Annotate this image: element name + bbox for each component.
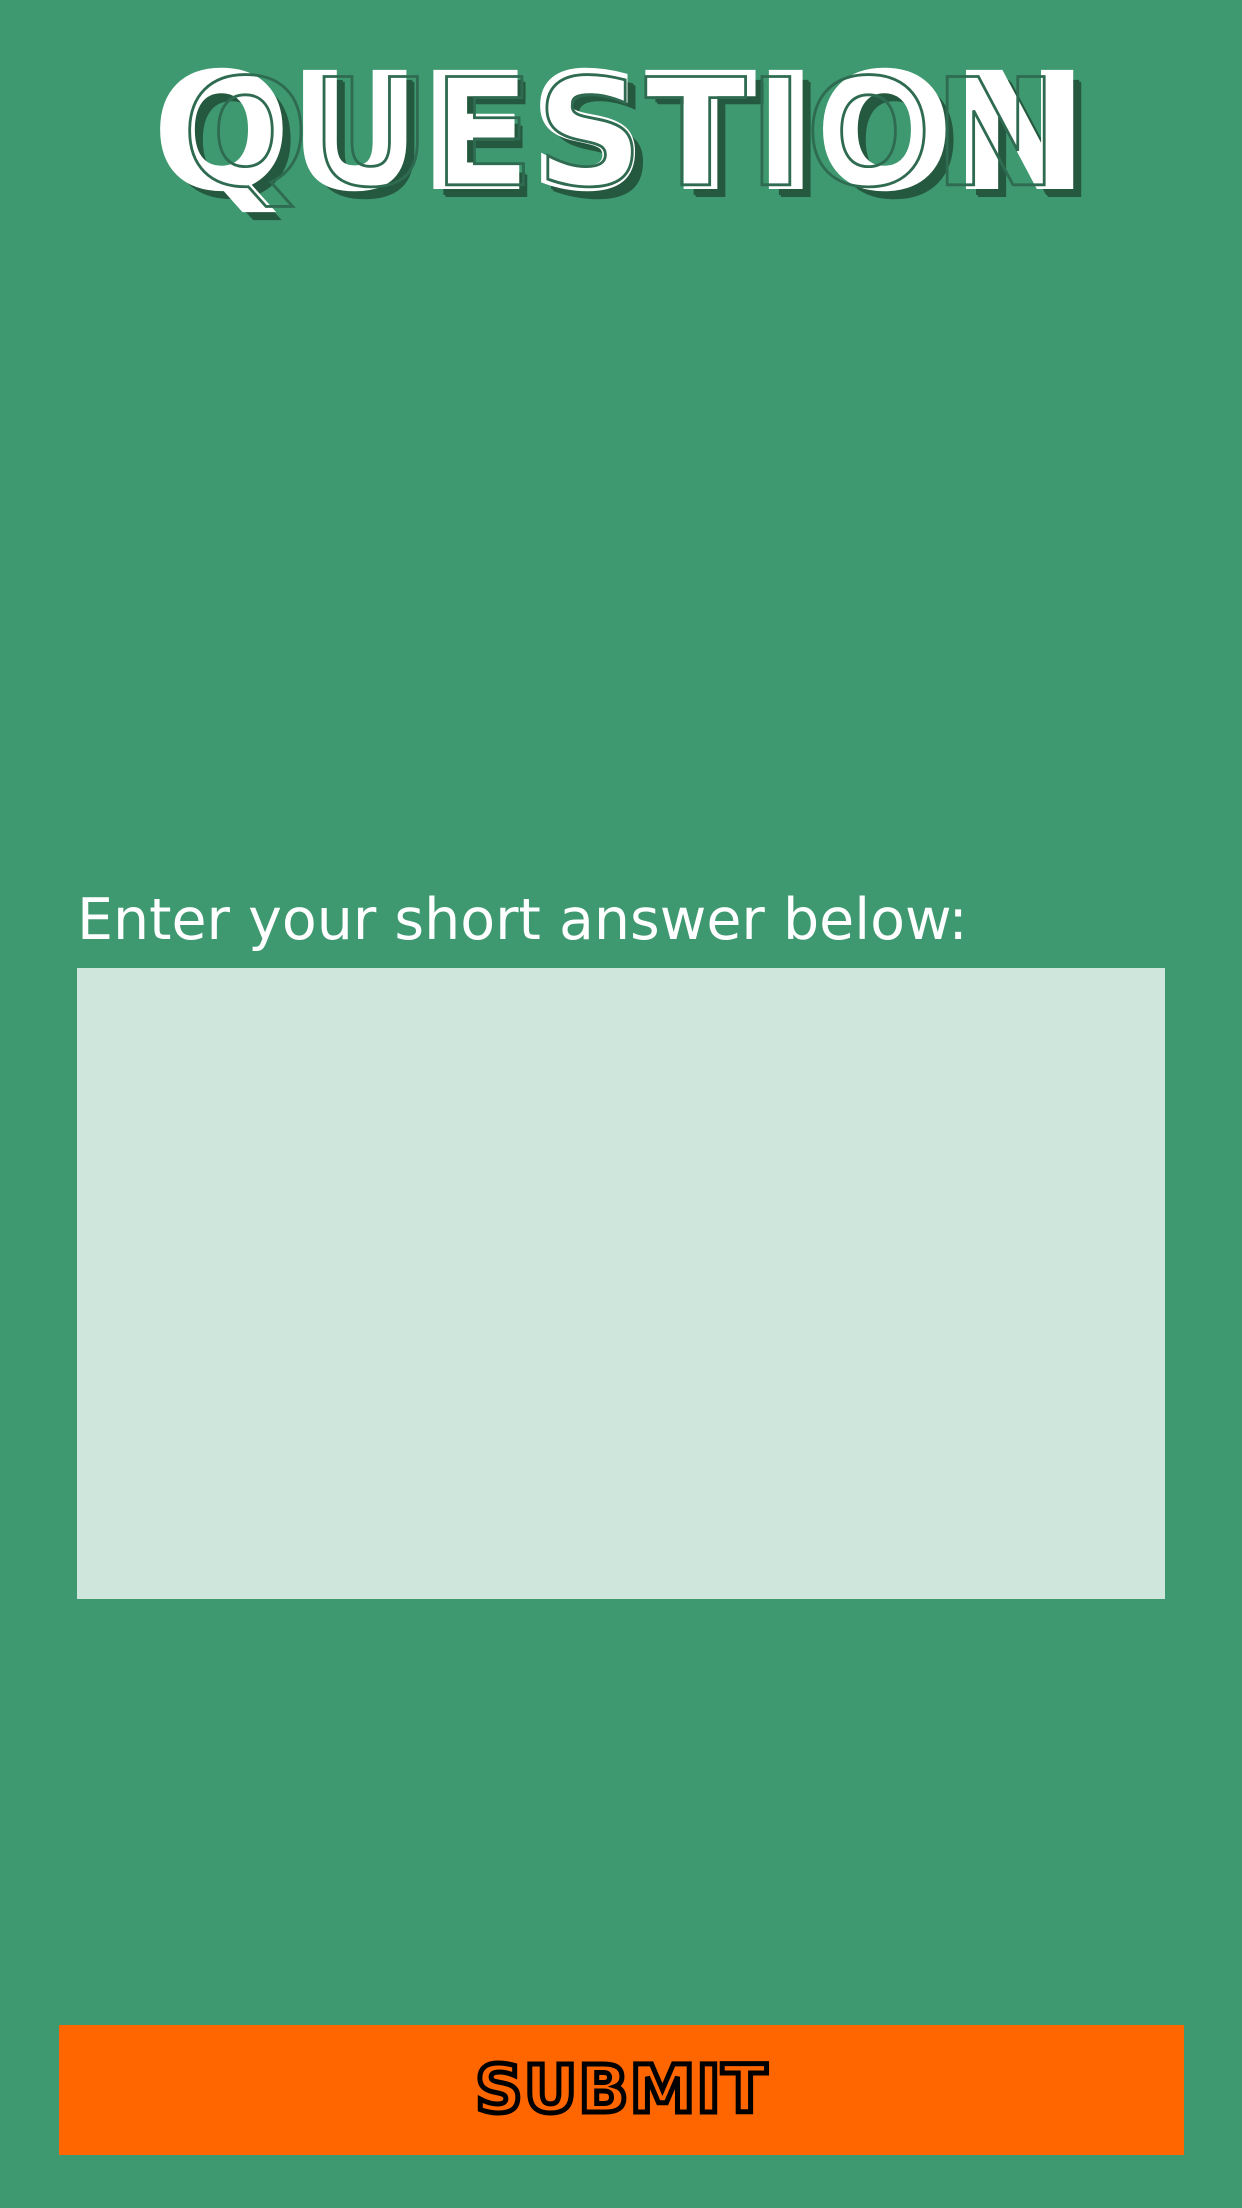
short-answer-field[interactable] — [77, 968, 1165, 1599]
page-title: QUESTION — [152, 41, 1088, 225]
submit-button-label: SUBMIT — [473, 2051, 770, 2128]
submit-button[interactable]: SUBMIT — [59, 2025, 1184, 2155]
answer-prompt-label: Enter your short answer below: — [77, 887, 968, 953]
